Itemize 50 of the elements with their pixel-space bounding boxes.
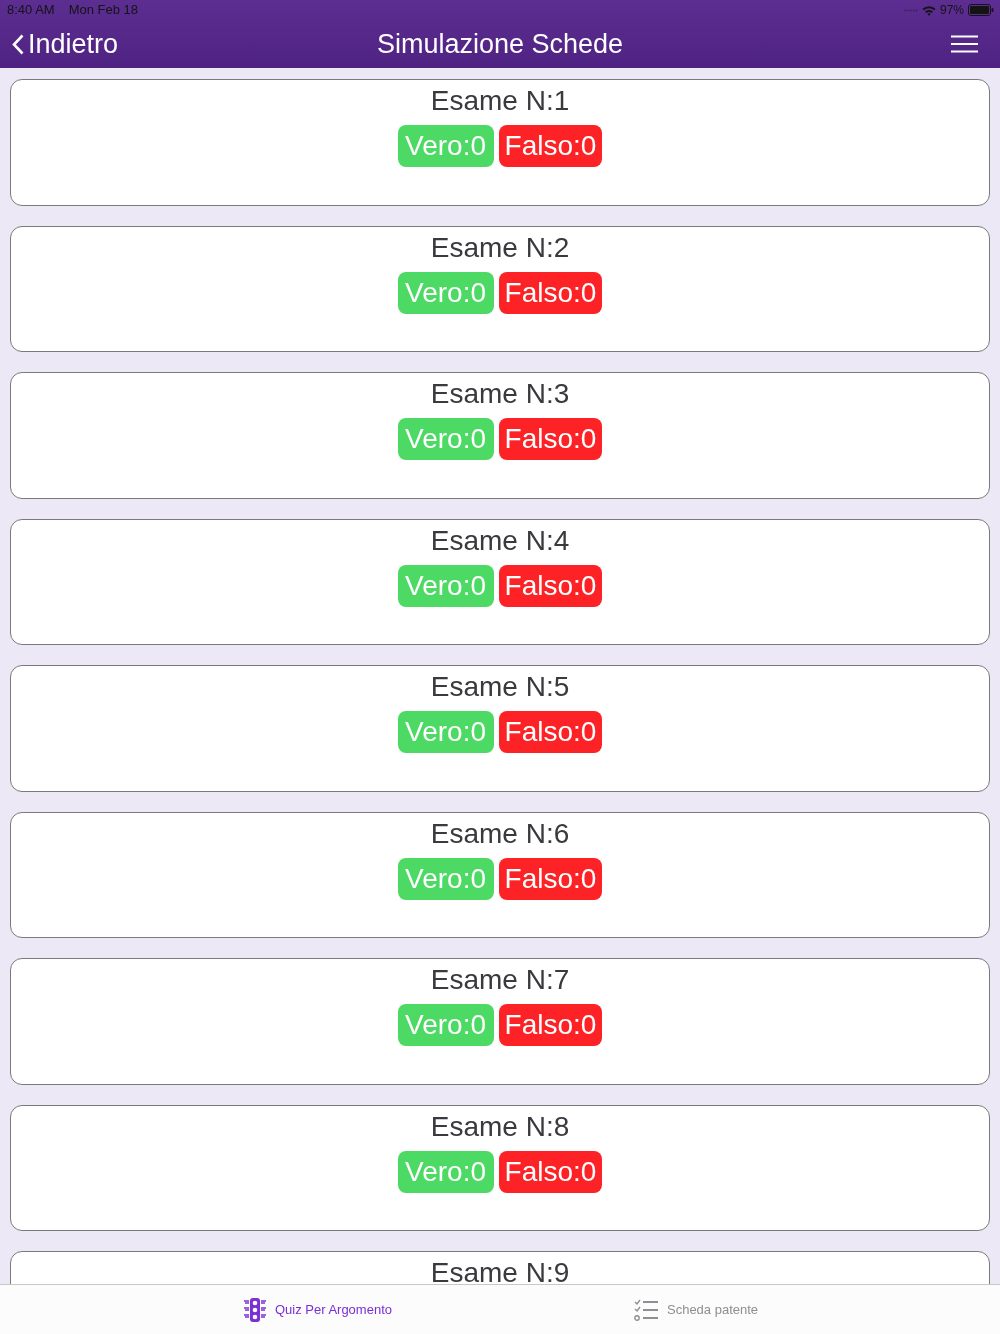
- correct-count-badge: Vero:0: [397, 711, 494, 753]
- wrong-count-badge: Falso:0: [498, 857, 603, 900]
- correct-count-badge: Vero:0: [397, 1150, 494, 1193]
- wrong-count-badge: Falso:0: [498, 1004, 603, 1046]
- tab-item[interactable]: Quiz Per Argomento: [243, 1297, 392, 1322]
- exam-card[interactable]: Esame N:8 Vero:0 Falso:0: [10, 1104, 990, 1231]
- exam-title: Esame N:2: [430, 230, 570, 265]
- correct-count-badge: Vero:0: [397, 125, 494, 167]
- tab-label: Scheda patente: [667, 1301, 759, 1318]
- battery-percent: 97%: [939, 2, 964, 18]
- chevron-left-icon: [12, 33, 24, 55]
- correct-count-badge: Vero:0: [397, 564, 494, 607]
- wrong-count-badge: Falso:0: [498, 418, 603, 460]
- signal-dots-icon: [903, 8, 918, 12]
- exam-title: Esame N:6: [430, 816, 570, 851]
- correct-count-badge: Vero:0: [397, 857, 494, 900]
- wrong-count-badge: Falso:0: [498, 711, 603, 753]
- exam-title: Esame N:1: [430, 84, 570, 118]
- exam-title: Esame N:5: [430, 670, 570, 704]
- exam-card[interactable]: Esame N:3 Vero:0 Falso:0: [10, 372, 990, 499]
- exam-card[interactable]: Esame N:5 Vero:0 Falso:0: [10, 665, 990, 792]
- back-button[interactable]: Indietro: [12, 28, 119, 60]
- wifi-icon: [921, 4, 936, 16]
- wrong-count-badge: Falso:0: [498, 564, 603, 607]
- menu-icon: [951, 35, 978, 53]
- exam-card[interactable]: Esame N:4 Vero:0 Falso:0: [10, 518, 990, 645]
- exam-title: Esame N:8: [430, 1109, 570, 1144]
- exam-title: Esame N:3: [430, 377, 570, 411]
- battery-icon: [968, 4, 994, 16]
- menu-button[interactable]: [951, 35, 978, 53]
- wrong-count-badge: Falso:0: [498, 1150, 603, 1193]
- status-time: 8:40 AM: [7, 2, 55, 18]
- status-date: Mon Feb 18: [68, 2, 139, 18]
- exam-card[interactable]: Esame N:9: [10, 1251, 990, 1284]
- screen-title: Simulazione Schede: [376, 28, 624, 60]
- correct-count-badge: Vero:0: [397, 271, 494, 314]
- wrong-count-badge: Falso:0: [498, 271, 603, 314]
- exam-title: Esame N:7: [430, 963, 570, 997]
- correct-count-badge: Vero:0: [397, 418, 494, 460]
- exam-card[interactable]: Esame N:7 Vero:0 Falso:0: [10, 958, 990, 1085]
- checklist-icon: [634, 1298, 658, 1321]
- traffic-light-icon: [243, 1297, 266, 1322]
- tab-label: Quiz Per Argomento: [274, 1301, 392, 1318]
- exam-title: Esame N:4: [430, 523, 570, 558]
- exam-title: Esame N:9: [430, 1256, 570, 1284]
- correct-count-badge: Vero:0: [397, 1004, 494, 1046]
- exam-card[interactable]: Esame N:1 Vero:0 Falso:0: [10, 79, 990, 206]
- wrong-count-badge: Falso:0: [498, 125, 603, 167]
- exam-card[interactable]: Esame N:6 Vero:0 Falso:0: [10, 811, 990, 938]
- exam-card[interactable]: Esame N:2 Vero:0 Falso:0: [10, 225, 990, 352]
